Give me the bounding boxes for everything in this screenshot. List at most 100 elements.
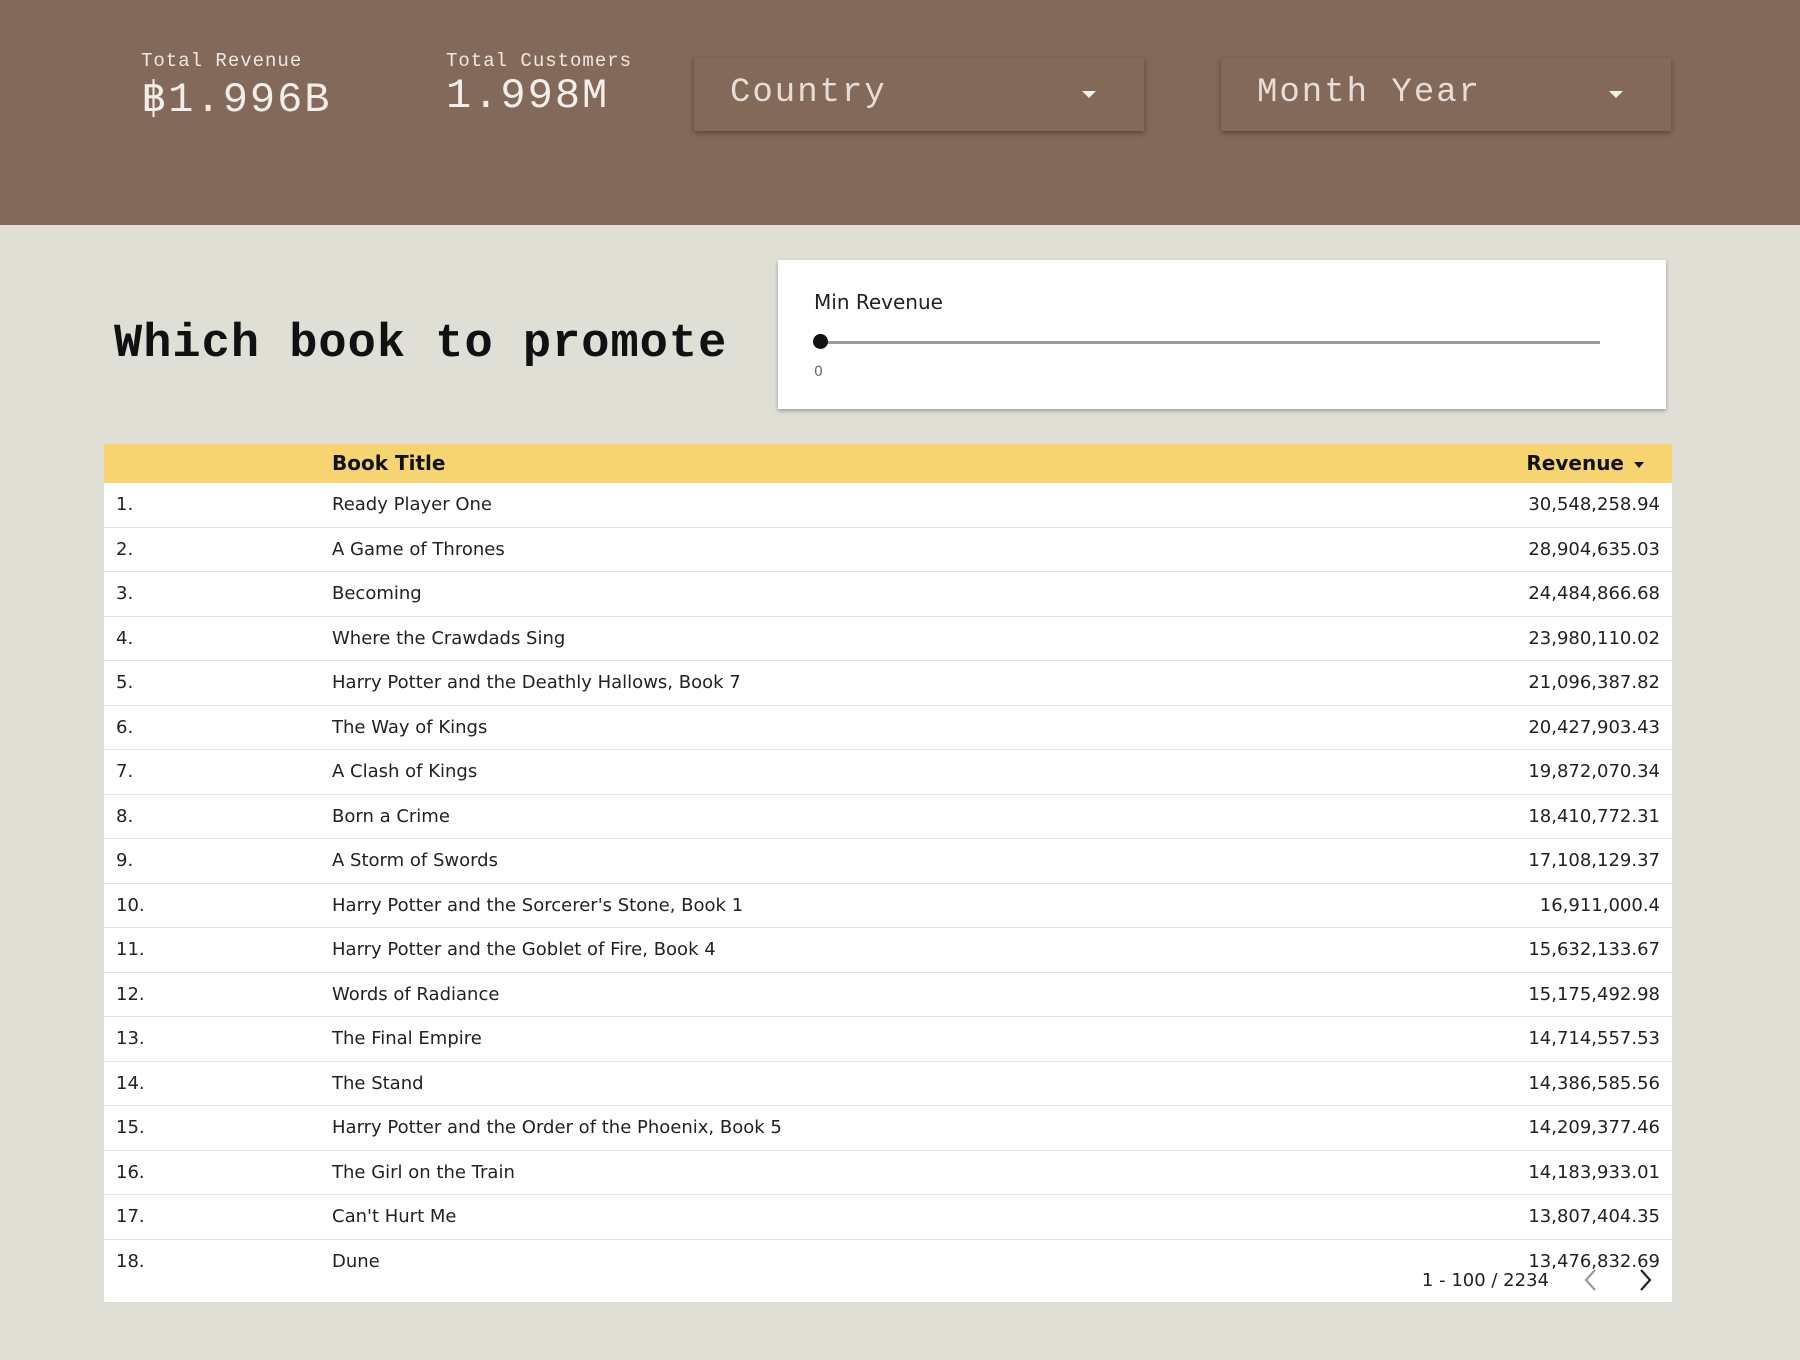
- row-revenue: 15,175,492.98: [1528, 983, 1660, 1005]
- row-revenue: 14,209,377.46: [1528, 1117, 1660, 1138]
- dropdown-label: Month Year: [1257, 74, 1482, 112]
- row-book-title: Can't Hurt Me: [332, 1206, 457, 1227]
- dashboard-header: Total Revenue ฿1.996B Total Customers 1.…: [0, 0, 1800, 225]
- row-index: 11.: [116, 939, 145, 960]
- country-filter-dropdown[interactable]: Country: [694, 58, 1144, 131]
- slider-value: 0: [814, 364, 823, 380]
- table-row[interactable]: 14. The Stand 14,386,585.56: [104, 1062, 1672, 1106]
- table-row[interactable]: 1. Ready Player One 30,548,258.94: [104, 483, 1672, 528]
- row-book-title: Becoming: [332, 583, 422, 604]
- kpi-total-revenue: Total Revenue ฿1.996B: [141, 50, 332, 124]
- row-index: 14.: [116, 1072, 145, 1094]
- row-revenue: 14,386,585.56: [1528, 1072, 1660, 1094]
- row-revenue: 17,108,129.37: [1528, 850, 1660, 871]
- row-index: 18.: [116, 1250, 145, 1272]
- row-book-title: The Girl on the Train: [332, 1161, 515, 1183]
- row-book-title: Harry Potter and the Order of the Phoeni…: [332, 1117, 782, 1138]
- table-row[interactable]: 7. A Clash of Kings 19,872,070.34: [104, 750, 1672, 795]
- row-book-title: Harry Potter and the Deathly Hallows, Bo…: [332, 672, 741, 693]
- column-header-revenue[interactable]: Revenue: [1526, 451, 1644, 475]
- kpi-label: Total Revenue: [141, 50, 303, 72]
- row-book-title: Harry Potter and the Goblet of Fire, Boo…: [332, 939, 716, 960]
- row-book-title: A Clash of Kings: [332, 761, 478, 782]
- row-revenue: 18,410,772.31: [1528, 805, 1660, 827]
- kpi-value: ฿1.996B: [141, 76, 332, 124]
- row-book-title: Ready Player One: [332, 494, 492, 515]
- row-index: 16.: [116, 1161, 145, 1183]
- row-index: 12.: [116, 983, 145, 1005]
- row-book-title: A Storm of Swords: [332, 850, 498, 871]
- row-revenue: 30,548,258.94: [1528, 494, 1660, 515]
- row-index: 13.: [116, 1028, 145, 1049]
- table-row[interactable]: 15. Harry Potter and the Order of the Pho…: [104, 1106, 1672, 1151]
- kpi-total-customers: Total Customers 1.998M: [446, 50, 632, 120]
- table-row[interactable]: 5. Harry Potter and the Deathly Hallows, …: [104, 661, 1672, 706]
- row-revenue: 14,714,557.53: [1528, 1028, 1660, 1049]
- row-revenue: 28,904,635.03: [1528, 538, 1660, 560]
- table-row[interactable]: 13. The Final Empire 14,714,557.53: [104, 1017, 1672, 1062]
- row-revenue: 19,872,070.34: [1528, 761, 1660, 782]
- pagination-text: 1 - 100 / 2234: [1421, 1270, 1549, 1291]
- table-row[interactable]: 3. Becoming 24,484,866.68: [104, 572, 1672, 617]
- month-year-filter-dropdown[interactable]: Month Year: [1221, 58, 1671, 131]
- table-row[interactable]: 6. The Way of Kings 20,427,903.43: [104, 706, 1672, 750]
- table-row[interactable]: 12. Words of Radiance 15,175,492.98: [104, 973, 1672, 1017]
- row-index: 2.: [116, 538, 134, 560]
- row-book-title: Words of Radiance: [332, 983, 500, 1005]
- row-book-title: The Final Empire: [332, 1028, 482, 1049]
- row-index: 15.: [116, 1117, 145, 1138]
- sort-desc-icon: [1634, 461, 1644, 468]
- row-index: 1.: [116, 494, 134, 515]
- chevron-left-icon[interactable]: [1582, 1267, 1600, 1293]
- caret-down-icon: [1609, 91, 1623, 98]
- row-book-title: The Way of Kings: [332, 716, 488, 738]
- column-header-book-title[interactable]: Book Title: [332, 451, 445, 475]
- row-revenue: 20,427,903.43: [1528, 716, 1660, 738]
- row-revenue: 16,911,000.4: [1539, 894, 1660, 916]
- row-index: 9.: [116, 850, 134, 871]
- row-index: 6.: [116, 716, 134, 738]
- caret-down-icon: [1082, 91, 1096, 98]
- dropdown-label: Country: [730, 74, 887, 112]
- pagination: 1 - 100 / 2234: [1272, 1262, 1672, 1302]
- row-revenue: 24,484,866.68: [1528, 583, 1660, 604]
- row-book-title: A Game of Thrones: [332, 538, 505, 560]
- table-row[interactable]: 17. Can't Hurt Me 13,807,404.35: [104, 1195, 1672, 1240]
- table-body: 1. Ready Player One 30,548,258.94 2. A Game …: [104, 483, 1672, 1283]
- row-revenue: 23,980,110.02: [1528, 627, 1660, 649]
- row-revenue: 13,807,404.35: [1528, 1206, 1660, 1227]
- row-book-title: Dune: [332, 1250, 380, 1272]
- row-book-title: The Stand: [332, 1072, 424, 1094]
- row-index: 8.: [116, 805, 134, 827]
- row-revenue: 21,096,387.82: [1528, 672, 1660, 693]
- slider-label: Min Revenue: [814, 290, 943, 314]
- kpi-value: 1.998M: [446, 72, 610, 120]
- table-row[interactable]: 8. Born a Crime 18,410,772.31: [104, 795, 1672, 839]
- row-book-title: Where the Crawdads Sing: [332, 627, 566, 649]
- slider-thumb[interactable]: [813, 334, 828, 349]
- row-index: 7.: [116, 761, 134, 782]
- table-row[interactable]: 11. Harry Potter and the Goblet of Fire, …: [104, 928, 1672, 973]
- books-table: Book Title Revenue 1. Ready Player One 30,…: [104, 444, 1672, 1302]
- min-revenue-slider-card: Min Revenue 0: [778, 260, 1666, 409]
- chevron-right-icon[interactable]: [1636, 1267, 1654, 1293]
- table-row[interactable]: 9. A Storm of Swords 17,108,129.37: [104, 839, 1672, 884]
- table-row[interactable]: 10. Harry Potter and the Sorcerer's Stone…: [104, 884, 1672, 928]
- row-index: 10.: [116, 894, 145, 916]
- row-index: 3.: [116, 583, 134, 604]
- table-row[interactable]: 16. The Girl on the Train 14,183,933.01: [104, 1151, 1672, 1195]
- row-book-title: Born a Crime: [332, 805, 450, 827]
- kpi-label: Total Customers: [446, 50, 633, 72]
- slider-track[interactable]: [820, 341, 1600, 344]
- row-revenue: 15,632,133.67: [1528, 939, 1660, 960]
- table-row[interactable]: 2. A Game of Thrones 28,904,635.03: [104, 528, 1672, 572]
- row-book-title: Harry Potter and the Sorcerer's Stone, B…: [332, 894, 744, 916]
- row-revenue: 14,183,933.01: [1528, 1161, 1660, 1183]
- page-title: Which book to promote: [114, 318, 728, 371]
- table-header: Book Title Revenue: [104, 444, 1672, 483]
- table-row[interactable]: 4. Where the Crawdads Sing 23,980,110.02: [104, 617, 1672, 661]
- row-index: 17.: [116, 1206, 145, 1227]
- row-index: 4.: [116, 627, 134, 649]
- row-index: 5.: [116, 672, 134, 693]
- column-header-revenue-label: Revenue: [1526, 451, 1624, 475]
